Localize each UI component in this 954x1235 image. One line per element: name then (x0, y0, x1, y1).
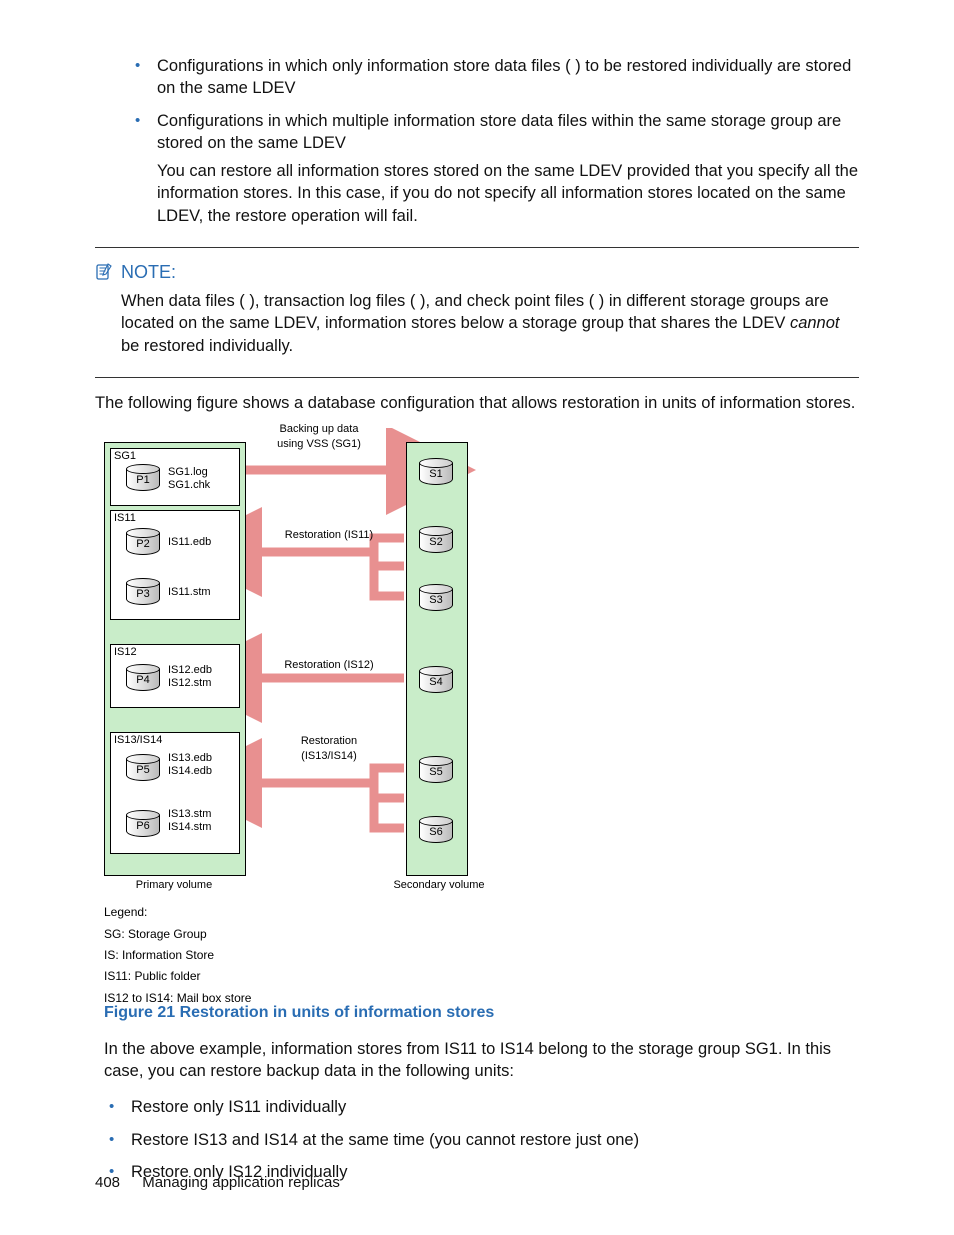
bullet-item: Configurations in which only information… (135, 55, 859, 100)
primary-vol-label: Primary volume (104, 878, 244, 893)
is1314-label: IS13/IS14 (114, 734, 162, 747)
diagram: Backing up data using VSS (SG1) SG1 P1 S… (104, 428, 534, 988)
legend-line: IS: Information Store (104, 947, 424, 964)
secondary-column (406, 442, 468, 876)
cylinder-p4: P4 (126, 664, 160, 692)
bullet-item: Restore only IS11 individually (109, 1096, 859, 1118)
paragraph: The following figure shows a database co… (95, 392, 859, 414)
is12-label: IS12 (114, 646, 137, 659)
is11-edb: IS11.edb (168, 536, 211, 549)
note-icon (95, 263, 113, 281)
legend-block: Legend: SG: Storage Group IS: Informatio… (104, 900, 424, 1007)
cylinder-s5: S5 (419, 756, 453, 784)
top-bullet-list: Configurations in which only information… (135, 55, 859, 227)
bullet-subtext: You can restore all information stores s… (157, 160, 859, 227)
legend-line: IS11: Public folder (104, 968, 424, 985)
bullet-item: Configurations in which multiple informa… (135, 110, 859, 227)
cylinder-s1: S1 (419, 458, 453, 486)
rest12-label: Restoration (IS12) (274, 658, 384, 673)
note-text: be restored individually. (121, 337, 293, 355)
cylinder-p5: P5 (126, 754, 160, 782)
is11-label: IS11 (114, 512, 136, 525)
note-block: NOTE: When data files ( ), transaction l… (95, 260, 859, 357)
is13-stm: IS13.stm IS14.stm (168, 808, 211, 833)
divider (95, 247, 859, 248)
cylinder-p1: P1 (126, 464, 160, 492)
footer-title: Managing application replicas (142, 1174, 340, 1191)
page-footer: 408 Managing application replicas (95, 1173, 340, 1193)
note-heading: NOTE: (95, 260, 859, 284)
rest1314-label: Restoration (IS13/IS14) (284, 734, 374, 764)
note-text: When data files ( ), transaction log fil… (121, 292, 829, 332)
is12-files: IS12.edb IS12.stm (168, 664, 212, 689)
legend-title: Legend: (104, 904, 424, 921)
cylinder-p6: P6 (126, 810, 160, 838)
bullet-text: Configurations in which only information… (157, 57, 851, 97)
cylinder-s3: S3 (419, 584, 453, 612)
legend-line: SG: Storage Group (104, 926, 424, 943)
note-body: When data files ( ), transaction log fil… (95, 290, 859, 357)
divider (95, 377, 859, 378)
sg1-files: SG1.log SG1.chk (168, 466, 210, 491)
bullet-item: Restore IS13 and IS14 at the same time (… (109, 1129, 859, 1151)
bullet-text: Restore IS13 and IS14 at the same time (… (131, 1131, 639, 1149)
page: Configurations in which only information… (0, 0, 954, 1235)
cylinder-p2: P2 (126, 528, 160, 556)
paragraph: In the above example, information stores… (104, 1038, 859, 1083)
bullet-text: Restore only IS11 individually (131, 1098, 346, 1116)
page-number: 408 (95, 1174, 120, 1191)
bottom-bullet-list: Restore only IS11 individually Restore I… (109, 1096, 859, 1183)
cylinder-s4: S4 (419, 666, 453, 694)
legend-line: IS12 to IS14: Mail box store (104, 990, 424, 1007)
rest11-label: Restoration (IS11) (274, 528, 384, 543)
sg1-label: SG1 (114, 450, 136, 463)
secondary-vol-label: Secondary volume (384, 878, 494, 893)
cylinder-p3: P3 (126, 578, 160, 606)
backup-label: Backing up data using VSS (SG1) (259, 422, 379, 452)
cylinder-s6: S6 (419, 816, 453, 844)
cylinder-s2: S2 (419, 526, 453, 554)
note-label: NOTE: (121, 260, 176, 284)
is13-edb: IS13.edb IS14.edb (168, 752, 212, 777)
is11-stm: IS11.stm (168, 586, 211, 599)
note-emphasis: cannot (790, 314, 840, 332)
bullet-text: Configurations in which multiple informa… (157, 112, 841, 152)
